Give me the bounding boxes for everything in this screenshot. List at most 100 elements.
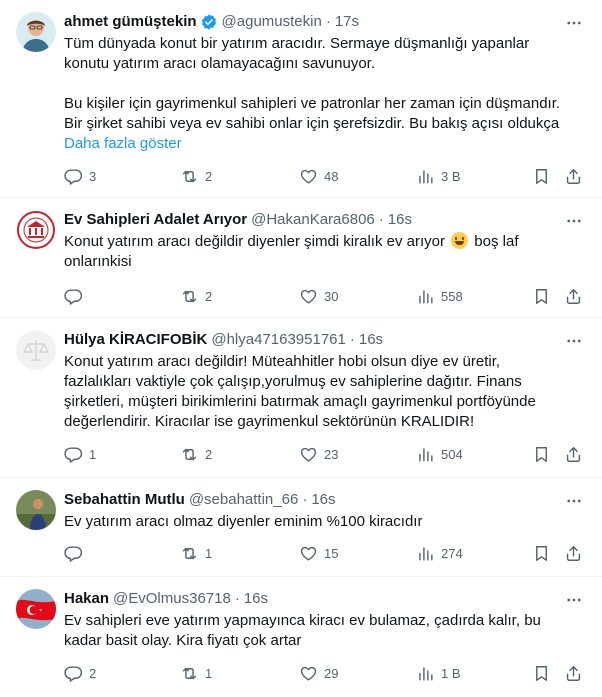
bookmark-icon [532,544,551,563]
share-button[interactable] [564,663,583,683]
retweet-count: 2 [205,168,213,184]
tweet-text: Konut yatırım aracı değildir diyenler şi… [64,232,586,272]
tweet[interactable]: Hakan @EvOlmus36718 · 16s Ev sahipleri e… [0,577,602,697]
reply-count: 1 [89,446,97,462]
more-icon[interactable] [564,13,584,33]
author-name[interactable]: Ev Sahipleri Adalet Arıyor [64,210,247,230]
tweet-text: Tüm dünyada konut bir yatırım aracıdır. … [64,34,586,154]
retweet-icon [180,544,199,563]
bookmark-button[interactable] [532,663,551,683]
view-count: 504 [441,446,463,462]
retweet-count: 1 [205,545,213,561]
retweet-button[interactable]: 2 [180,444,212,464]
reply-icon [64,167,83,186]
more-icon[interactable] [564,590,584,610]
author-handle[interactable]: @sebahattin_66 [189,490,298,510]
like-icon [299,167,318,186]
author-name[interactable]: Hakan [64,589,109,609]
action-bar: 2 1 29 1 B [56,663,586,683]
views-button[interactable]: 3 B [416,166,461,186]
share-button[interactable] [564,286,583,306]
like-count: 29 [324,665,339,681]
views-icon [416,664,435,683]
author-handle[interactable]: @hlya47163951761 [211,330,346,350]
bookmark-button[interactable] [532,286,551,306]
retweet-button[interactable]: 1 [180,663,212,683]
views-button[interactable]: 1 B [416,663,461,683]
like-icon [299,664,318,683]
timestamp[interactable]: 16s [359,330,383,350]
retweet-count: 2 [205,288,213,304]
like-button[interactable]: 15 [299,543,338,563]
like-button[interactable]: 23 [299,444,338,464]
author-handle[interactable]: @EvOlmus36718 [113,589,231,609]
tweet[interactable]: Sebahattin Mutlu @sebahattin_66 · 16s Ev… [0,478,602,577]
share-button[interactable] [564,166,583,186]
views-icon [416,544,435,563]
share-button[interactable] [564,543,583,563]
more-icon[interactable] [564,211,584,231]
views-button[interactable]: 504 [416,444,463,464]
bookmark-button[interactable] [532,166,551,186]
timestamp[interactable]: 16s [244,589,268,609]
retweet-button[interactable]: 2 [180,286,212,306]
tweet-text-part: Konut yatırım aracı değildir diyenler şi… [64,233,450,250]
like-icon [299,445,318,464]
reply-button[interactable]: 1 [64,444,96,464]
share-icon [564,287,583,306]
timestamp[interactable]: 17s [335,12,359,32]
like-button[interactable]: 48 [299,166,338,186]
timestamp[interactable]: 16s [311,490,335,510]
separator-dot: · [325,13,331,30]
reply-button[interactable]: 2 [64,663,96,683]
view-count: 3 B [441,168,461,184]
reply-icon [64,445,83,464]
action-bar: 1 15 274 [56,543,586,563]
reply-button[interactable] [64,286,89,306]
bookmark-button[interactable] [532,444,551,464]
retweet-button[interactable]: 2 [180,166,212,186]
avatar-flag-icon [16,589,56,629]
reply-button[interactable] [64,543,89,563]
avatar[interactable] [16,490,56,530]
avatar[interactable] [16,330,56,370]
retweet-icon [180,287,199,306]
bookmark-icon [532,167,551,186]
separator-dot: · [378,211,384,228]
views-button[interactable]: 558 [416,286,463,306]
avatar[interactable] [16,12,56,52]
author-name[interactable]: Sebahattin Mutlu [64,490,185,510]
share-button[interactable] [564,444,583,464]
reply-icon [64,664,83,683]
like-button[interactable]: 29 [299,663,338,683]
like-button[interactable]: 30 [299,286,338,306]
like-count: 30 [324,288,339,304]
reply-icon [64,287,83,306]
views-button[interactable]: 274 [416,543,463,563]
bookmark-button[interactable] [532,543,551,563]
retweet-count: 2 [205,446,213,462]
reply-button[interactable]: 3 [64,166,96,186]
author-handle[interactable]: @HakanKara6806 [251,210,375,230]
tweet-paragraph: Bu kişiler için gayrimenkul sahipleri ve… [64,95,561,132]
grinning-sweat-emoji-icon [451,232,469,249]
author-name[interactable]: Hülya KİRACIFOBİK [64,330,207,350]
separator-dot: · [234,590,240,607]
show-more-link[interactable]: Daha fazla göster [64,134,586,154]
avatar[interactable] [16,589,56,629]
more-icon[interactable] [564,331,584,351]
timestamp[interactable]: 16s [388,210,412,230]
tweet[interactable]: ahmet gümüştekin @agumustekin · 17s Tüm … [0,0,602,198]
like-count: 23 [324,446,339,462]
avatar[interactable] [16,210,56,250]
view-count: 558 [441,288,463,304]
tweet[interactable]: Hülya KİRACIFOBİK @hlya47163951761 · 16s… [0,318,602,478]
tweet-paragraph: Konut yatırım aracı değildir! Müteahhitl… [64,353,536,430]
verified-badge-icon[interactable] [200,13,218,31]
more-icon[interactable] [564,491,584,511]
retweet-button[interactable]: 1 [180,543,212,563]
tweet[interactable]: Ev Sahipleri Adalet Arıyor @HakanKara680… [0,198,602,318]
views-icon [416,445,435,464]
author-name[interactable]: ahmet gümüştekin [64,12,197,32]
author-handle[interactable]: @agumustekin [222,12,322,32]
